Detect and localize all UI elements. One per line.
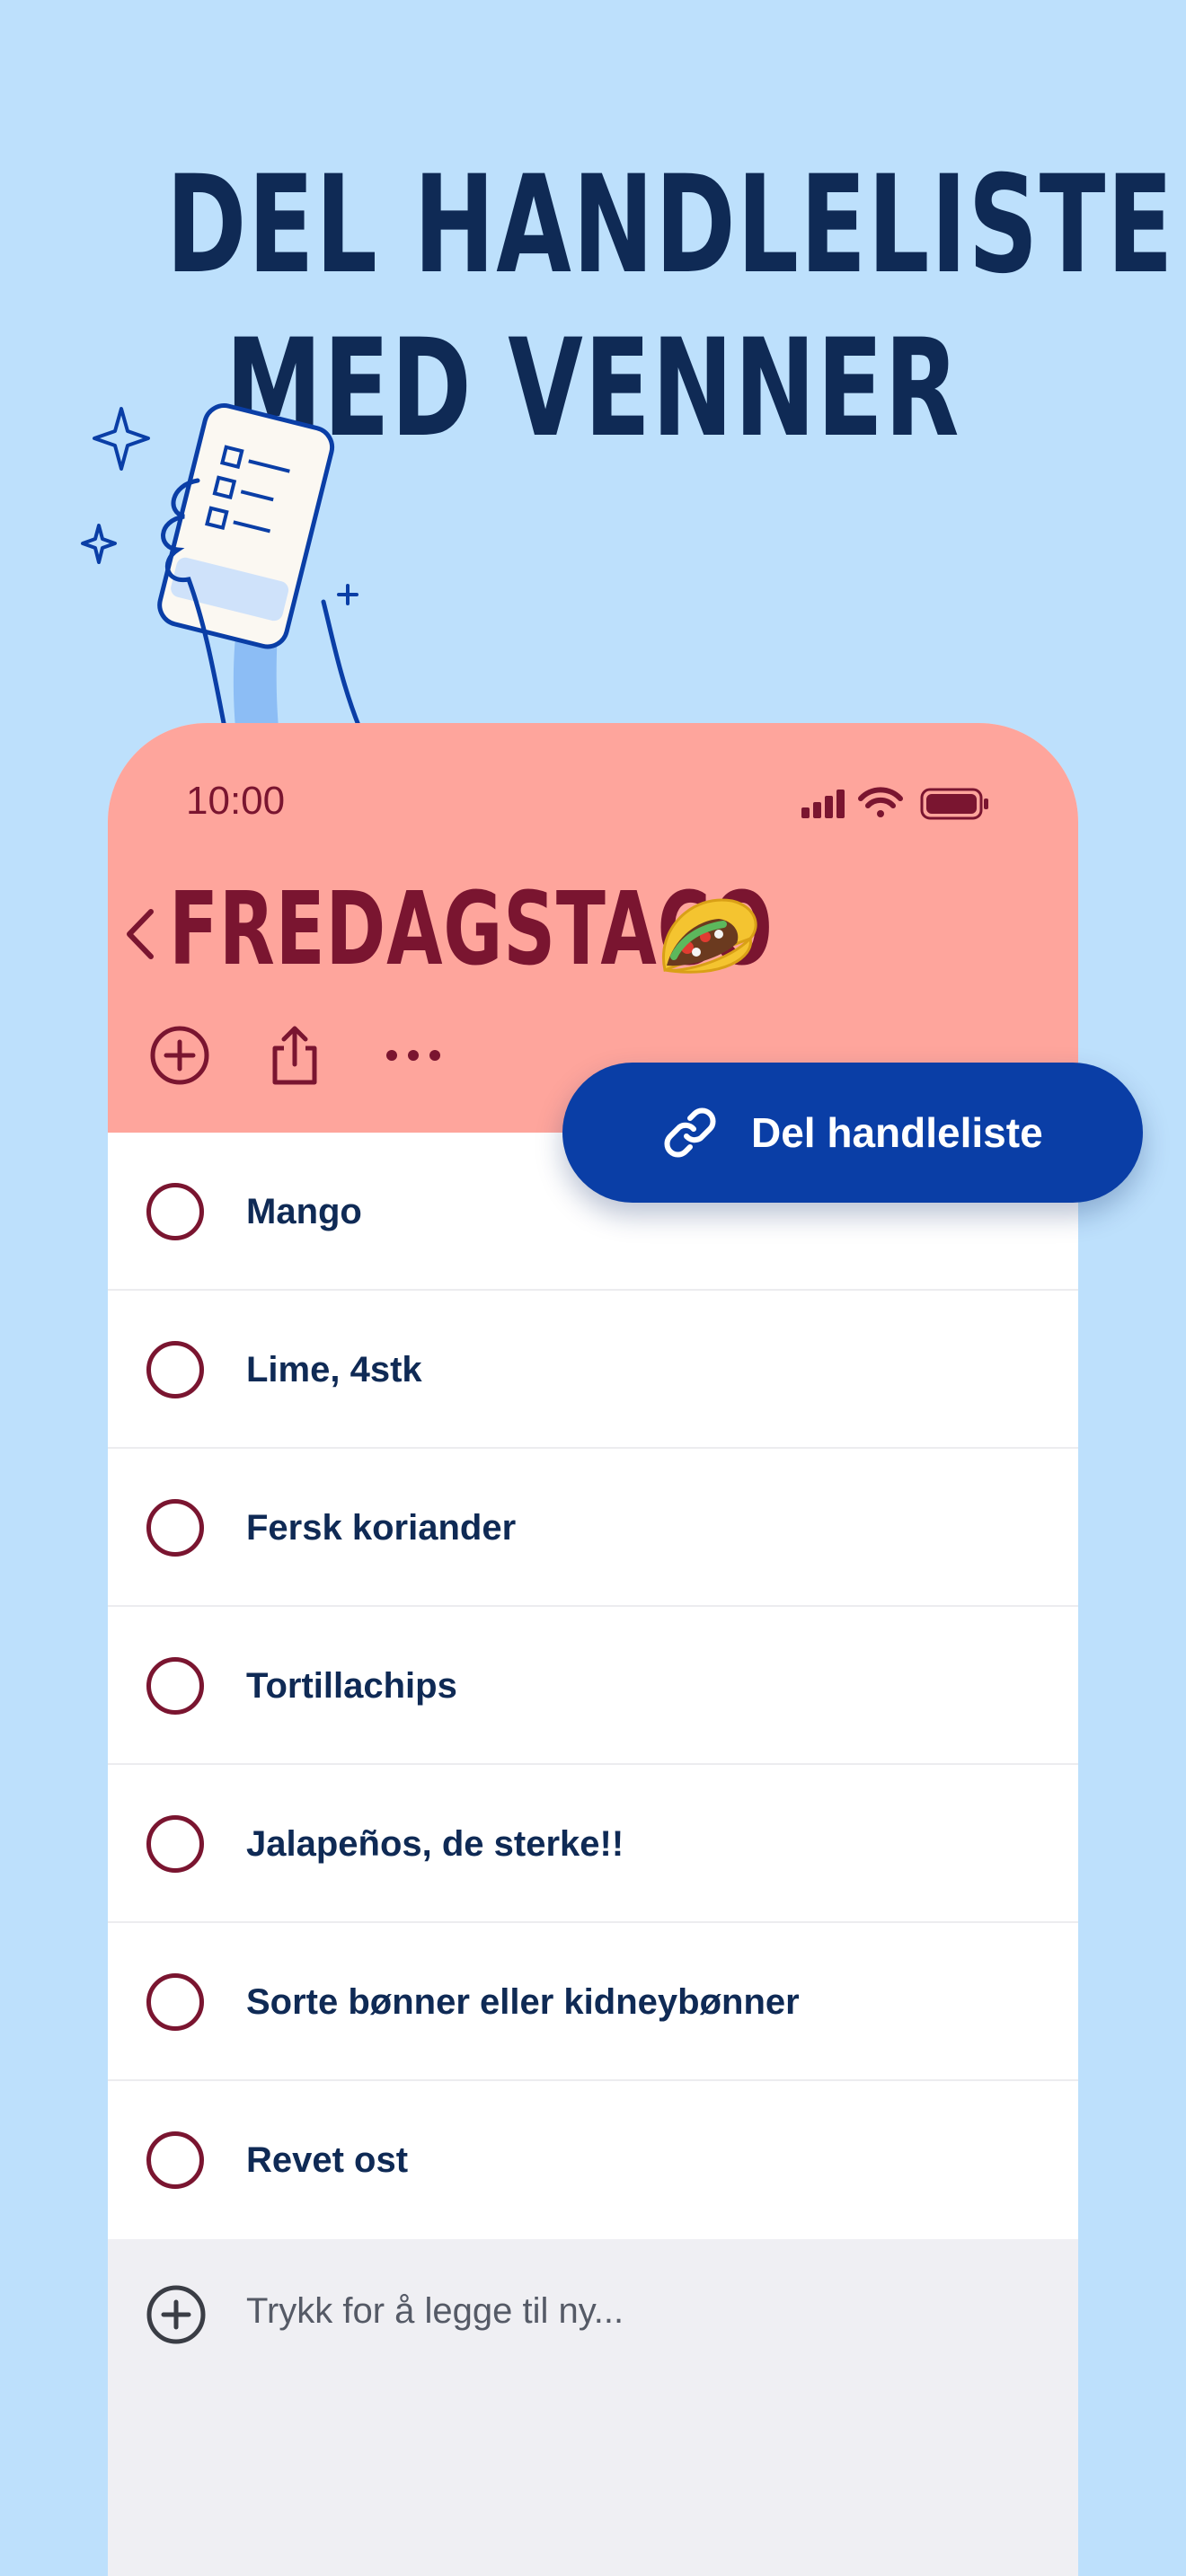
list-item[interactable]: Lime, 4stk	[108, 1291, 1078, 1449]
item-label: Jalapeños, de sterke!!	[246, 1823, 624, 1864]
add-item-placeholder: Trykk for å legge til ny...	[246, 2290, 624, 2331]
list-item[interactable]: Sorte bønner eller kidneybønner	[108, 1923, 1078, 2081]
taco-icon	[662, 898, 757, 974]
item-checkbox[interactable]	[146, 1499, 204, 1557]
link-icon	[664, 1107, 716, 1158]
item-label: Fersk koriander	[246, 1507, 517, 1548]
share-list-label: Del handleliste	[751, 1109, 1043, 1156]
phone-screen: 10:00 FREDAGSTACO Mango Lime, 4stk Fersk…	[108, 723, 1078, 2576]
item-label: Lime, 4stk	[246, 1349, 422, 1389]
item-checkbox[interactable]	[146, 1815, 204, 1873]
item-checkbox[interactable]	[146, 1973, 204, 2031]
add-item-button[interactable]	[144, 1019, 216, 1091]
add-new-item-row[interactable]: Trykk for å legge til ny...	[108, 2239, 1078, 2383]
list-item[interactable]: Fersk koriander	[108, 1449, 1078, 1607]
list-item[interactable]: Jalapeños, de sterke!!	[108, 1765, 1078, 1923]
status-time: 10:00	[186, 779, 286, 823]
add-circle-icon	[146, 2285, 206, 2344]
status-icons	[801, 787, 988, 820]
item-checkbox[interactable]	[146, 1183, 204, 1240]
battery-icon	[920, 788, 988, 820]
item-checkbox[interactable]	[146, 1341, 204, 1398]
back-chevron-icon[interactable]	[120, 903, 160, 966]
item-checkbox[interactable]	[146, 2131, 204, 2189]
list-item[interactable]: Tortillachips	[108, 1607, 1078, 1765]
list-item[interactable]: Revet ost	[108, 2081, 1078, 2239]
headline-line-1: DEL HANDLELISTE	[165, 147, 1175, 304]
wifi-icon	[858, 787, 903, 817]
more-options-button[interactable]	[377, 1019, 449, 1091]
share-list-button[interactable]: Del handleliste	[562, 1063, 1143, 1203]
hand-holding-phone-illustration	[81, 403, 362, 728]
item-label: Mango	[246, 1191, 362, 1231]
signal-icon	[801, 790, 845, 818]
shopping-list: Mango Lime, 4stk Fersk koriander Tortill…	[108, 1133, 1078, 2239]
share-button[interactable]	[259, 1019, 331, 1091]
item-label: Tortillachips	[246, 1665, 457, 1706]
item-checkbox[interactable]	[146, 1657, 204, 1715]
item-label: Sorte bønner eller kidneybønner	[246, 1981, 800, 2022]
item-label: Revet ost	[246, 2139, 409, 2180]
